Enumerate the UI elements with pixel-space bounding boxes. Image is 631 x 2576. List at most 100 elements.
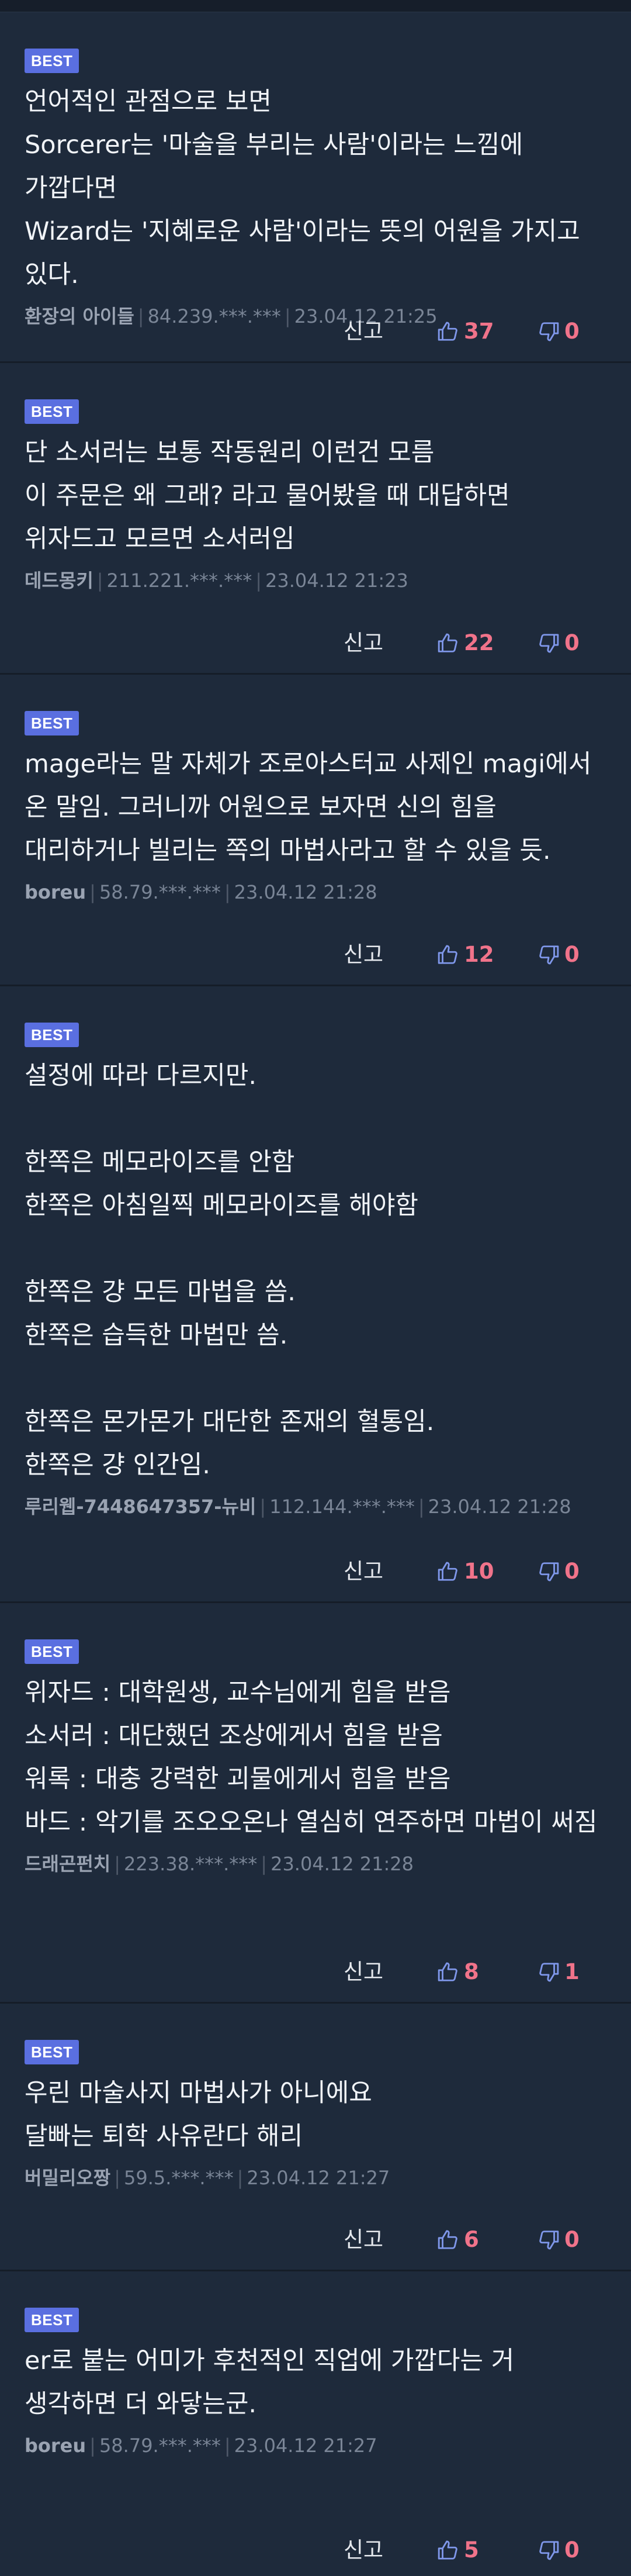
comment-author[interactable]: 버밀리오짱	[25, 2167, 110, 2189]
report-button[interactable]: 신고	[344, 939, 383, 971]
downvote-count: 0	[564, 942, 580, 967]
comment-actions: 신고 5 0	[0, 2534, 631, 2566]
comment-ip: 58.79.***.***	[99, 881, 221, 903]
comment-meta: 데드몽키 | 211.221.***.*** | 23.04.12 21:23	[25, 569, 408, 592]
comment-actions: 신고 12 0	[0, 939, 631, 971]
comment-actions: 신고 37 0	[0, 316, 631, 347]
downvote-button[interactable]: 0	[538, 2224, 580, 2256]
downvote-count: 1	[564, 1959, 580, 1984]
comment-item: BEST 단 소서러는 보통 작동원리 이런건 모름 이 주문은 왜 그래? 라…	[0, 363, 631, 675]
report-button[interactable]: 신고	[344, 627, 383, 659]
comment-actions: 신고 8 1	[0, 1956, 631, 1988]
best-badge: BEST	[25, 711, 79, 735]
comment-date: 23.04.12 21:28	[428, 1496, 571, 1518]
report-button[interactable]: 신고	[344, 2534, 383, 2566]
downvote-count: 0	[564, 1559, 580, 1584]
thumbs-down-icon	[539, 634, 559, 653]
downvote-button[interactable]: 1	[538, 1956, 580, 1988]
best-badge: BEST	[25, 399, 79, 424]
comment-author[interactable]: boreu	[25, 881, 86, 903]
upvote-count: 10	[464, 1559, 494, 1584]
thumbs-down-icon	[539, 2541, 559, 2560]
thumbs-down-icon	[539, 2230, 559, 2250]
downvote-button[interactable]: 0	[538, 627, 580, 659]
downvote-button[interactable]: 0	[538, 939, 580, 971]
comment-date: 23.04.12 21:28	[271, 1853, 414, 1875]
thumbs-down-icon	[539, 945, 559, 965]
downvote-button[interactable]: 0	[538, 316, 580, 347]
top-strip	[0, 0, 631, 12]
thumbs-up-icon	[438, 945, 457, 964]
best-comment-list: BEST 언어적인 관점으로 보면 Sorcerer는 '마술을 부리는 사람'…	[0, 12, 631, 2574]
comment-text: mage라는 말 자체가 조로아스터교 사제인 magi에서 온 말임. 그러니…	[25, 750, 600, 865]
thumbs-down-icon	[539, 1963, 559, 1982]
comment-text: 우린 마술사지 마법사가 아니에요 달빠는 퇴학 사유란다 해리	[25, 2078, 372, 2151]
report-button[interactable]: 신고	[344, 1556, 383, 1587]
comment-item: BEST 위자드 : 대학원생, 교수님에게 힘을 받음 소서러 : 대단했던 …	[0, 1603, 631, 2004]
downvote-count: 0	[564, 319, 580, 344]
comment-actions: 신고 22 0	[0, 627, 631, 659]
comment-text: er로 붙는 어미가 후천적인 직업에 가깝다는 거 생각하면 더 와닿는군.	[25, 2346, 522, 2419]
comment-ip: 112.144.***.***	[269, 1496, 415, 1518]
comment-ip: 223.38.***.***	[123, 1853, 258, 1875]
report-button[interactable]: 신고	[344, 316, 383, 347]
comment-ip: 59.5.***.***	[123, 2167, 234, 2189]
upvote-button[interactable]: 6	[437, 2224, 479, 2256]
thumbs-down-icon	[539, 1562, 559, 1581]
comment-author[interactable]: 드래곤펀치	[25, 1853, 110, 1875]
upvote-button[interactable]: 8	[437, 1956, 479, 1988]
downvote-count: 0	[564, 630, 580, 655]
thumbs-down-icon	[539, 322, 559, 341]
thumbs-up-icon	[438, 322, 457, 341]
upvote-count: 22	[464, 630, 494, 655]
comment-meta: 드래곤펀치 | 223.38.***.*** | 23.04.12 21:28	[25, 1853, 414, 1875]
comment-date: 23.04.12 21:27	[234, 2435, 377, 2457]
comment-item: BEST mage라는 말 자체가 조로아스터교 사제인 magi에서 온 말임…	[0, 675, 631, 986]
best-badge: BEST	[25, 1023, 79, 1047]
thumbs-up-icon	[438, 1562, 457, 1581]
upvote-count: 37	[464, 319, 494, 344]
best-badge: BEST	[25, 2308, 79, 2332]
comment-date: 23.04.12 21:28	[234, 881, 377, 903]
comment-date: 23.04.12 21:23	[265, 569, 408, 592]
best-badge: BEST	[25, 1639, 79, 1664]
upvote-count: 0	[564, 2227, 580, 2252]
comment-item: BEST 우린 마술사지 마법사가 아니에요 달빠는 퇴학 사유란다 해리 버밀…	[0, 2004, 631, 2271]
comment-text: 위자드 : 대학원생, 교수님에게 힘을 받음 소서러 : 대단했던 조상에게서…	[25, 1678, 598, 1837]
comment-ip: 211.221.***.***	[106, 569, 252, 592]
upvote-button[interactable]: 37	[437, 316, 494, 347]
thumbs-up-icon	[438, 2540, 457, 2560]
thumbs-up-icon	[438, 633, 457, 652]
downvote-button[interactable]: 0	[538, 1556, 580, 1587]
comment-meta: boreu | 58.79.***.*** | 23.04.12 21:27	[25, 2435, 377, 2457]
comment-item: BEST 설정에 따라 다르지만. 한쪽은 메모라이즈를 안함 한쪽은 아침일찍…	[0, 986, 631, 1603]
comment-date: 23.04.12 21:27	[247, 2167, 390, 2189]
downvote-count: 0	[564, 2537, 580, 2563]
downvote-button[interactable]: 0	[538, 2534, 580, 2566]
upvote-button[interactable]: 5	[437, 2534, 479, 2566]
comment-text: 언어적인 관점으로 보면 Sorcerer는 '마술을 부리는 사람'이라는 느…	[25, 87, 580, 289]
comment-item: BEST 언어적인 관점으로 보면 Sorcerer는 '마술을 부리는 사람'…	[0, 12, 631, 363]
comment-item: BEST er로 붙는 어미가 후천적인 직업에 가깝다는 거 생각하면 더 와…	[0, 2271, 631, 2574]
comment-ip: 58.79.***.***	[99, 2435, 221, 2457]
comment-meta: boreu | 58.79.***.*** | 23.04.12 21:28	[25, 881, 377, 903]
upvote-count: 8	[464, 1959, 479, 1984]
report-button[interactable]: 신고	[344, 2224, 383, 2256]
comment-text: 단 소서러는 보통 작동원리 이런건 모름 이 주문은 왜 그래? 라고 물어봤…	[25, 438, 510, 554]
comment-author[interactable]: 루리웹-7448647357-뉴비	[25, 1496, 256, 1518]
comment-author[interactable]: boreu	[25, 2435, 86, 2457]
comment-author[interactable]: 데드몽키	[25, 569, 93, 592]
thumbs-up-icon	[438, 1962, 457, 1981]
comment-text: 설정에 따라 다르지만. 한쪽은 메모라이즈를 안함 한쪽은 아침일찍 메모라이…	[25, 1061, 435, 1480]
upvote-count: 5	[464, 2537, 479, 2563]
upvote-count: 12	[464, 942, 494, 967]
comment-meta: 루리웹-7448647357-뉴비 | 112.144.***.*** | 23.04.…	[25, 1496, 571, 1518]
comment-meta: 버밀리오짱 | 59.5.***.*** | 23.04.12 21:27	[25, 2167, 390, 2189]
upvote-count: 6	[464, 2227, 479, 2252]
upvote-button[interactable]: 12	[437, 939, 494, 971]
best-badge: BEST	[25, 49, 79, 73]
upvote-button[interactable]: 22	[437, 627, 494, 659]
report-button[interactable]: 신고	[344, 1956, 383, 1988]
thumbs-up-icon	[438, 2230, 457, 2249]
upvote-button[interactable]: 10	[437, 1556, 494, 1587]
